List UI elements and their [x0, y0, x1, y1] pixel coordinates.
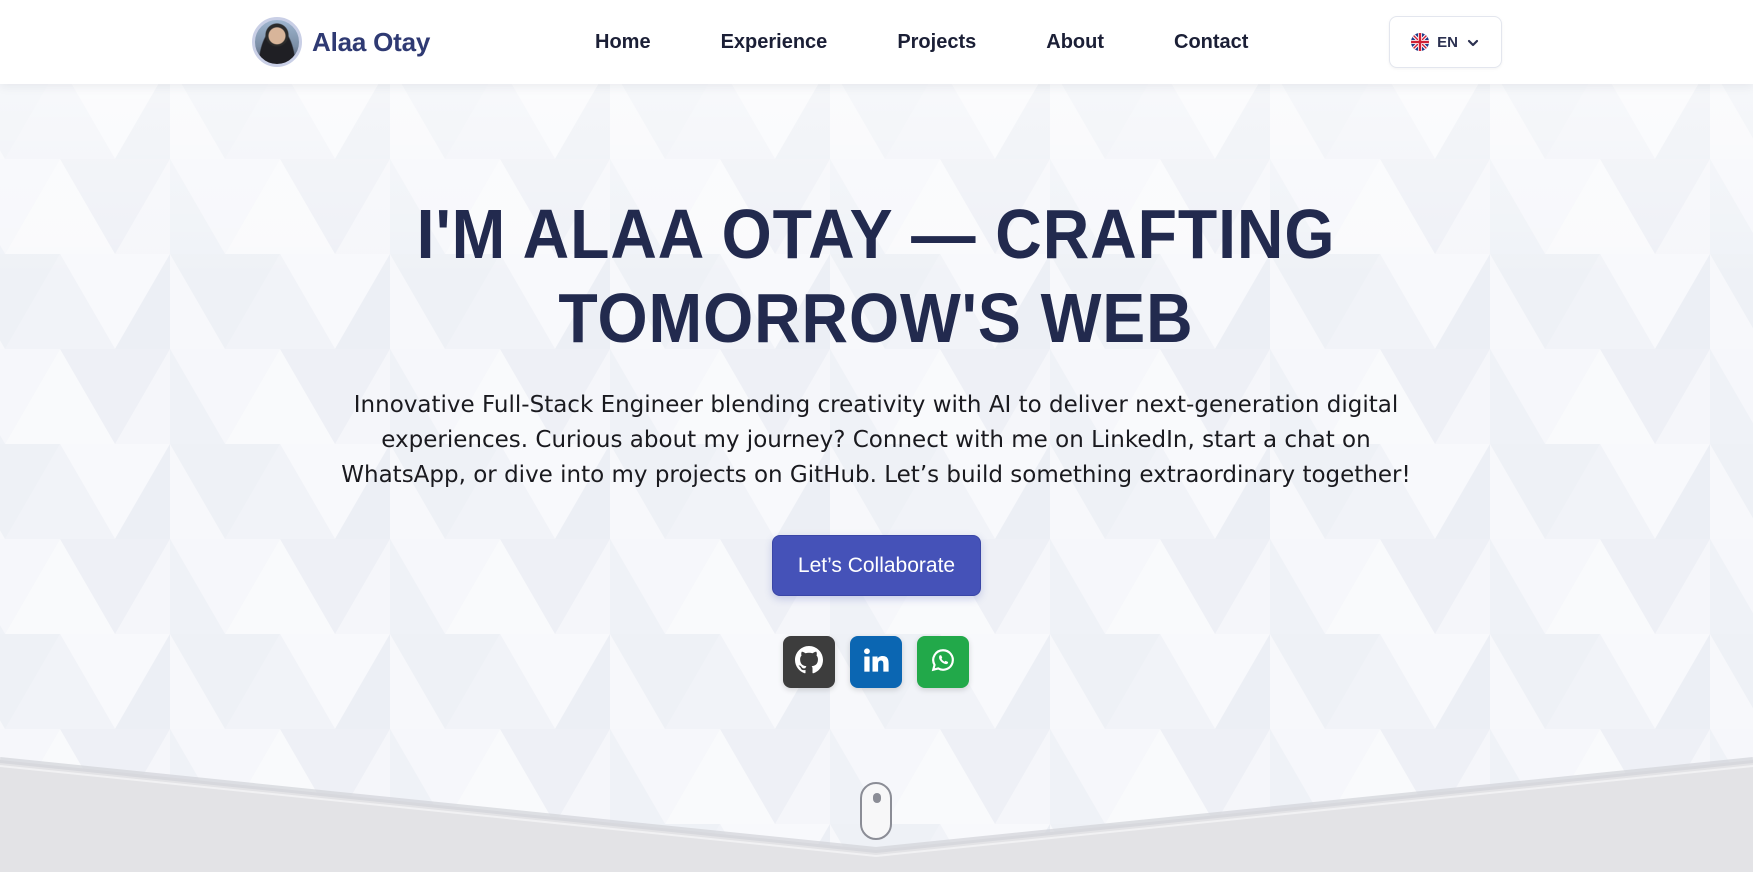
hero-subtitle: Innovative Full-Stack Engineer blending … — [341, 392, 1411, 488]
github-link[interactable] — [783, 636, 835, 688]
scroll-wheel-dot — [873, 793, 881, 803]
linkedin-icon — [862, 646, 890, 678]
github-icon — [795, 646, 823, 678]
hero-title: I'M ALAA OTAY — CRAFTING TOMORROW'S WEB — [324, 192, 1428, 360]
brand-link[interactable]: Alaa Otay — [252, 16, 430, 68]
main-nav: Home Experience Projects About Contact — [560, 0, 1283, 84]
scroll-down-indicator[interactable] — [860, 782, 892, 840]
collaborate-button[interactable]: Let’s Collaborate — [772, 535, 981, 596]
site-header: Alaa Otay Home Experience Projects About… — [0, 0, 1753, 84]
whatsapp-icon — [930, 647, 956, 677]
chevron-down-icon — [1466, 35, 1480, 49]
language-code: EN — [1437, 33, 1458, 51]
nav-experience[interactable]: Experience — [686, 31, 863, 54]
language-selector[interactable]: EN — [1389, 16, 1502, 68]
hero-title-line1: I'M ALAA OTAY — CRAFTING — [416, 195, 1336, 273]
uk-flag-icon — [1411, 33, 1430, 51]
hero-section: I'M ALAA OTAY — CRAFTING TOMORROW'S WEB … — [0, 84, 1753, 872]
whatsapp-link[interactable] — [917, 636, 969, 688]
nav-projects[interactable]: Projects — [862, 31, 1011, 54]
nav-home[interactable]: Home — [560, 31, 686, 54]
hero-title-line2: TOMORROW'S WEB — [558, 279, 1194, 357]
nav-contact[interactable]: Contact — [1139, 31, 1283, 54]
linkedin-link[interactable] — [850, 636, 902, 688]
avatar — [252, 17, 302, 67]
nav-about[interactable]: About — [1011, 31, 1139, 54]
brand-name: Alaa Otay — [312, 26, 431, 57]
